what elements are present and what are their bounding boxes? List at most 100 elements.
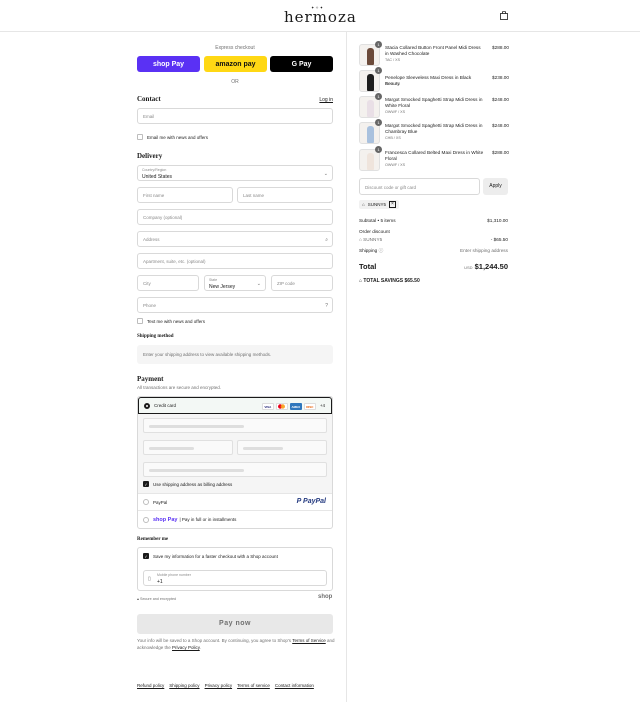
visa-icon: VISA xyxy=(261,403,274,410)
credit-card-radio[interactable] xyxy=(144,402,150,409)
email-offers-label: Email me with news and offers xyxy=(147,134,208,140)
shop-pay-radio[interactable] xyxy=(143,516,149,523)
text-offers-label: Text me with news and offers xyxy=(147,318,205,324)
shipping-value: Enter shipping address xyxy=(460,248,508,253)
shipping-policy-link[interactable]: Shipping policy xyxy=(169,683,199,688)
cart-item: 1 Margot Smocked Spaghetti Strap Midi Dr… xyxy=(359,93,509,120)
help-icon[interactable]: ⓘ xyxy=(379,248,384,253)
product-name: Penelope Sleeveless Maxi Dress in Black … xyxy=(385,75,472,86)
use-shipping-address-checkbox[interactable]: ✓ Use shipping address as billing addres… xyxy=(143,481,232,487)
card-fields-loading: ✓ Use shipping address as billing addres… xyxy=(138,414,332,494)
header: ✦✧✦ hermoza xyxy=(0,0,640,32)
address-field[interactable]: Address ⌕ xyxy=(137,231,333,247)
product-variant: OWWF / XS xyxy=(385,163,406,167)
zip-field[interactable]: ZIP code xyxy=(271,275,333,291)
product-price: $248.00 xyxy=(492,123,509,128)
email-offers-checkbox[interactable]: Email me with news and offers xyxy=(137,134,208,140)
shop-pay-option[interactable]: shop Pay | Pay in full or in installment… xyxy=(138,511,332,528)
first-name-field[interactable]: First name xyxy=(137,187,233,203)
product-name: Francesca Collared Belted Maxi Dress in … xyxy=(385,150,484,161)
chevron-down-icon: ⌄ xyxy=(256,281,261,287)
quantity-badge: 1 xyxy=(375,41,382,48)
company-field[interactable]: Company (optional) xyxy=(137,209,333,225)
total-savings-row: ⌂ TOTAL SAVINGS $65.50 xyxy=(359,278,508,284)
subtotal-row: Subtotal • 5 items $1,310.00 xyxy=(359,218,508,223)
payment-subtitle: All transactions are secure and encrypte… xyxy=(137,385,222,390)
amex-icon: AMEX xyxy=(289,403,302,410)
product-name: Stacia Collared Button Front Panel Midi … xyxy=(385,45,481,56)
shopping-bag-icon[interactable] xyxy=(500,11,508,20)
name-on-card-field[interactable] xyxy=(143,462,327,477)
product-price: $248.00 xyxy=(492,97,509,102)
refund-policy-link[interactable]: Refund policy xyxy=(137,683,164,688)
country-select[interactable]: Country/Region United States ⌄ xyxy=(137,165,333,181)
chevron-down-icon: ⌄ xyxy=(323,171,328,177)
mastercard-icon xyxy=(275,403,288,410)
city-placeholder: City xyxy=(143,281,151,286)
checkbox-checked[interactable]: ✓ xyxy=(143,553,149,559)
search-icon: ⌕ xyxy=(325,237,328,243)
google-pay-button[interactable]: G Pay xyxy=(270,56,333,72)
expiry-field[interactable] xyxy=(143,440,233,455)
amazon-pay-button[interactable]: amazon pay xyxy=(204,56,267,72)
login-link[interactable]: Log in xyxy=(319,97,333,103)
text-offers-checkbox[interactable]: Text me with news and offers xyxy=(137,318,205,324)
skeleton-bar xyxy=(149,425,244,428)
product-price: $238.00 xyxy=(492,75,509,80)
skeleton-bar xyxy=(149,447,194,450)
footer-links: Refund policy Shipping policy Privacy po… xyxy=(137,683,314,688)
quantity-badge: 1 xyxy=(375,146,382,153)
cart-item: 1 Stacia Collared Button Front Panel Mid… xyxy=(359,41,509,68)
tag-icon: ⌂ xyxy=(362,202,365,207)
remove-code-button[interactable]: × xyxy=(388,201,396,208)
subtotal-value: $1,310.00 xyxy=(487,218,508,223)
terms-of-service-footer-link[interactable]: Terms of service xyxy=(237,683,270,688)
privacy-policy-footer-link[interactable]: Privacy policy xyxy=(205,683,233,688)
cart-item: 1 Francesca Collared Belted Maxi Dress i… xyxy=(359,146,509,173)
cart-item: 1 Penelope Sleeveless Maxi Dress in Blac… xyxy=(359,67,509,94)
security-code-field[interactable] xyxy=(237,440,327,455)
paypal-radio[interactable] xyxy=(143,499,149,505)
help-icon[interactable]: ? xyxy=(325,303,328,309)
pay-now-button[interactable]: Pay now xyxy=(137,614,333,634)
state-select[interactable]: State New Jersey ⌄ xyxy=(204,275,266,291)
payment-method-list: Credit card VISA AMEX DISC +4 ✓ Use ship… xyxy=(137,396,333,529)
product-variant: BLK / XS xyxy=(385,82,400,86)
save-info-checkbox[interactable]: ✓ Save my information for a faster check… xyxy=(143,553,278,559)
card-number-field[interactable] xyxy=(143,418,327,433)
apply-discount-button[interactable]: Apply xyxy=(483,178,508,195)
credit-card-option[interactable]: Credit card VISA AMEX DISC +4 xyxy=(138,397,332,414)
legal-text-1: Your info will be saved to a Shop accoun… xyxy=(137,638,293,643)
skeleton-bar xyxy=(243,447,283,450)
terms-of-service-link[interactable]: Terms of Service xyxy=(292,638,326,643)
email-placeholder: Email xyxy=(143,114,155,119)
shop-pay-logo: shop Pay xyxy=(153,516,178,523)
use-shipping-address-label: Use shipping address as billing address xyxy=(153,481,233,487)
legal-text: Your info will be saved to a Shop accoun… xyxy=(137,637,337,651)
privacy-policy-link[interactable]: Privacy Policy xyxy=(172,645,200,650)
city-field[interactable]: City xyxy=(137,275,199,291)
paypal-label: PayPal xyxy=(153,499,168,505)
checkbox-box[interactable] xyxy=(137,134,143,140)
discount-code-field[interactable]: Discount code or gift card xyxy=(359,178,480,195)
contact-information-link[interactable]: Contact information xyxy=(275,683,314,688)
subtotal-label: Subtotal • 5 items xyxy=(359,218,396,223)
email-field[interactable]: Email xyxy=(137,108,333,124)
dress-image xyxy=(367,126,374,143)
apartment-field[interactable]: Apartment, suite, etc. (optional) xyxy=(137,253,333,269)
contact-title: Contact xyxy=(137,95,161,103)
quantity-badge: 1 xyxy=(375,93,382,100)
mobile-phone-field[interactable]: ▯ Mobile phone number +1 xyxy=(143,570,327,586)
checkbox-box[interactable] xyxy=(137,318,143,324)
store-logo[interactable]: hermoza xyxy=(284,8,357,26)
address-placeholder: Address xyxy=(143,237,160,242)
phone-field[interactable]: Phone ? xyxy=(137,297,333,313)
shop-pay-button[interactable]: shop Pay xyxy=(137,56,200,72)
last-name-field[interactable]: Last name xyxy=(237,187,333,203)
paypal-option[interactable]: PayPal P PayPal xyxy=(138,494,332,511)
currency-code: USD xyxy=(464,265,473,270)
discount-code-name: SUNNY5 xyxy=(363,237,383,242)
or-divider: OR xyxy=(231,79,239,85)
checkbox-checked[interactable]: ✓ xyxy=(143,481,149,487)
shipping-label: Shipping xyxy=(359,248,378,253)
